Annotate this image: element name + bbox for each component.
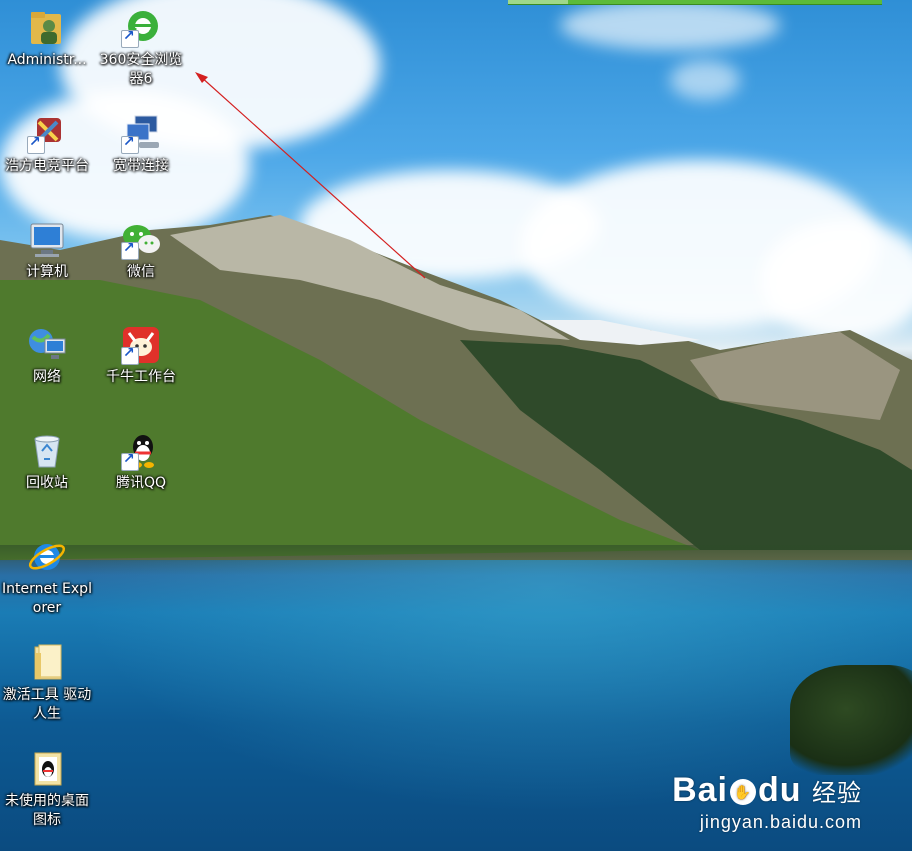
- watermark-logo: Bai ✋ du 经验: [672, 771, 862, 810]
- desktop-icon-administrator[interactable]: Administr...: [0, 8, 94, 70]
- desktop-icon-label: Administr...: [7, 52, 87, 68]
- desktop-icon-label: 激活工具 驱动人生: [2, 687, 92, 722]
- watermark-url: jingyan.baidu.com: [699, 812, 862, 832]
- desktop-icon-label: 回收站: [26, 475, 68, 491]
- watermark-logo-text: Bai: [672, 771, 728, 809]
- shortcut-arrow-icon: [121, 240, 139, 260]
- desktop-icon-broadband[interactable]: 宽带连接: [94, 114, 188, 176]
- desktop-icon-qq[interactable]: 腾讯QQ: [94, 431, 188, 493]
- desktop-icon-label: 未使用的桌面图标: [5, 793, 89, 828]
- user-folder-icon: [27, 8, 67, 48]
- haofang-platform-icon: [27, 114, 67, 154]
- broadband-connection-icon: [121, 114, 161, 154]
- shortcut-arrow-icon: [121, 134, 139, 154]
- desktop-icon-unused-icons[interactable]: 未使用的桌面图标: [0, 749, 94, 830]
- network-icon: [27, 325, 67, 365]
- desktop-icon-label: 微信: [127, 264, 155, 280]
- unused-icons-folder-icon: [27, 749, 67, 789]
- wechat-icon: [121, 220, 161, 260]
- desktop-icon-label: 浩方电竞平台: [5, 158, 89, 174]
- desktop-icon-haofang[interactable]: 浩方电竞平台: [0, 114, 94, 176]
- recycle-bin-icon: [27, 431, 67, 471]
- desktop-icon-label: Internet Explorer: [2, 581, 92, 616]
- shortcut-arrow-icon: [121, 28, 139, 48]
- shortcut-arrow-icon: [121, 345, 139, 365]
- watermark-logo-suffix: du: [758, 771, 802, 809]
- desktop-icon-label: 网络: [33, 369, 61, 385]
- desktop-icon-label: 千牛工作台: [106, 369, 176, 385]
- desktop-icon-360-browser[interactable]: 360安全浏览器6: [94, 8, 188, 89]
- qq-icon: [121, 431, 161, 471]
- desktop-icon-wechat[interactable]: 微信: [94, 220, 188, 282]
- desktop: Administr... 360安全浏览器6 浩方电竞平台 宽带连接 计算机: [0, 0, 912, 851]
- desktop-icon-network[interactable]: 网络: [0, 325, 94, 387]
- shortcut-arrow-icon: [121, 451, 139, 471]
- computer-icon: [27, 220, 67, 260]
- shortcut-arrow-icon: [27, 134, 45, 154]
- desktop-icon-driver-folder[interactable]: 激活工具 驱动人生: [0, 643, 94, 724]
- internet-explorer-icon: [27, 537, 67, 577]
- desktop-icon-label: 宽带连接: [113, 158, 169, 174]
- desktop-icon-label: 腾讯QQ: [115, 475, 167, 491]
- desktop-icon-qianniu[interactable]: 千牛工作台: [94, 325, 188, 387]
- watermark-logo-cn: 经验: [812, 779, 862, 807]
- desktop-icon-label: 360安全浏览器6: [99, 52, 183, 87]
- desktop-icon-internet-explorer[interactable]: Internet Explorer: [0, 537, 94, 618]
- desktop-icon-computer[interactable]: 计算机: [0, 220, 94, 282]
- qianniu-icon: [121, 325, 161, 365]
- desktop-icon-label: 计算机: [26, 264, 68, 280]
- desktop-icon-recycle-bin[interactable]: 回收站: [0, 431, 94, 493]
- baidu-jingyan-watermark: Bai ✋ du 经验 jingyan.baidu.com: [672, 771, 862, 833]
- paw-icon: ✋: [730, 779, 756, 806]
- folder-icon: [27, 643, 67, 683]
- 360-browser-icon: [121, 8, 161, 48]
